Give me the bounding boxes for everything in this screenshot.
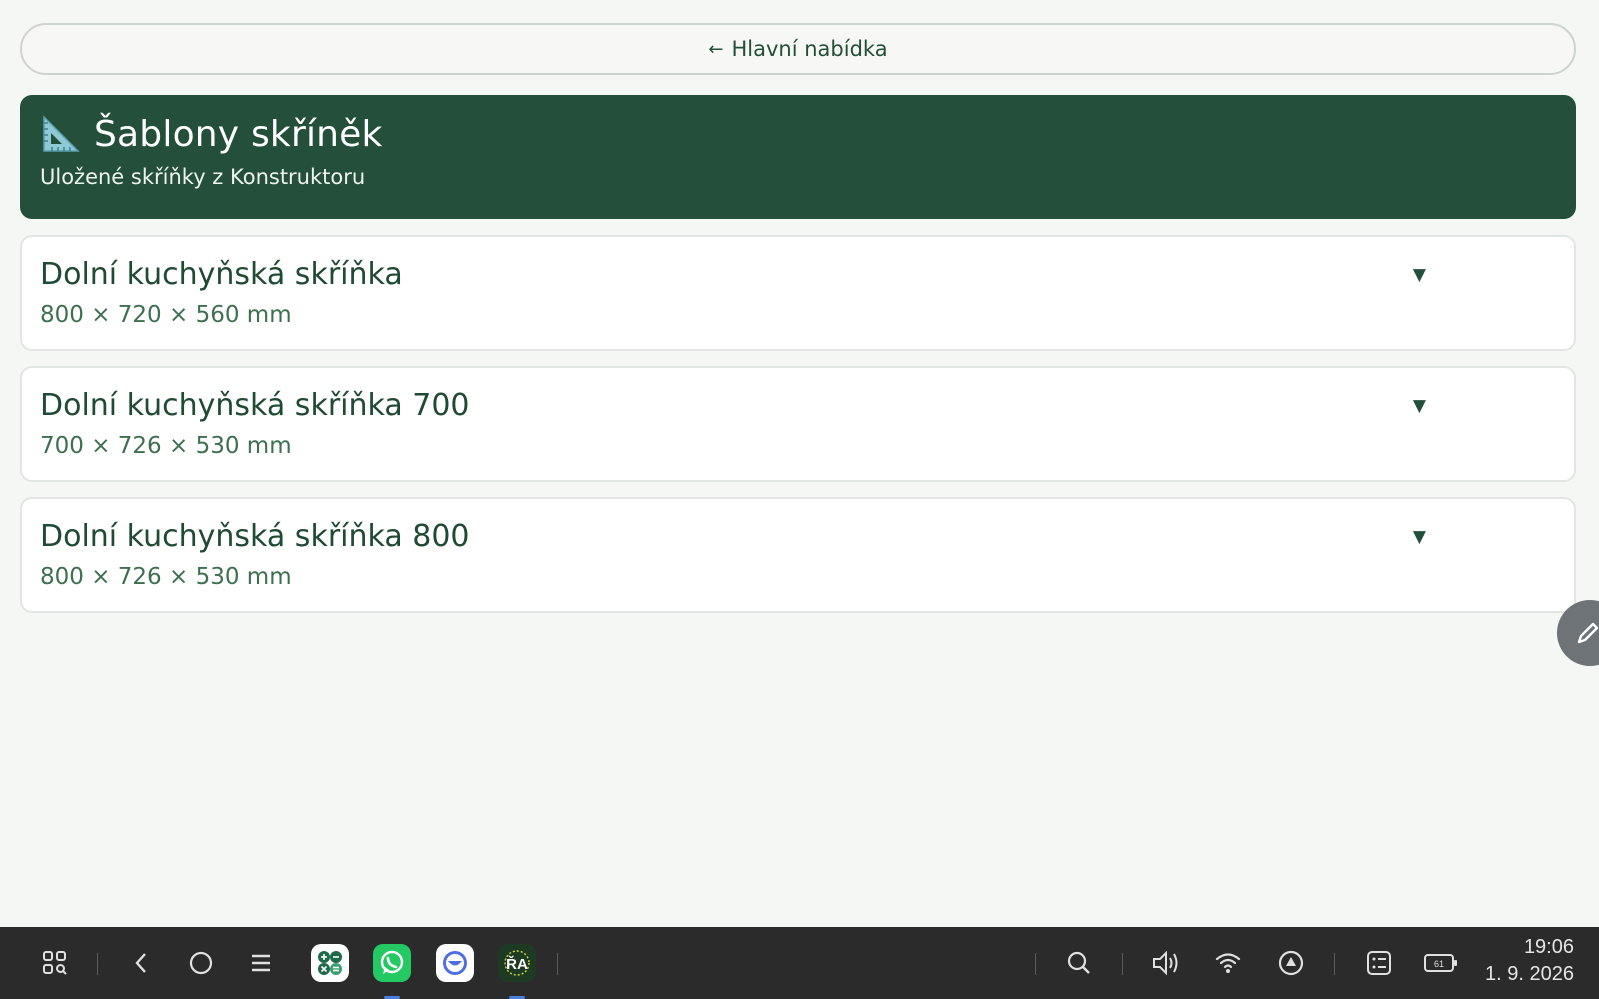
expand-caret-icon[interactable]: ▼ <box>1413 527 1426 547</box>
template-dimensions: 800 × 720 × 560 mm <box>40 302 292 328</box>
ra-app-icon[interactable]: ŘA <box>498 927 536 999</box>
back-icon[interactable] <box>128 927 154 999</box>
system-taskbar: ŘA 61 <box>0 927 1599 999</box>
svg-text:ŘA: ŘA <box>506 955 528 973</box>
template-name: Dolní kuchyňská skříňka 700 <box>40 388 470 423</box>
template-dimensions: 800 × 726 × 530 mm <box>40 564 292 590</box>
battery-level: 61 <box>1434 959 1444 969</box>
clock-date: 1. 9. 2026 <box>1485 963 1574 985</box>
template-card[interactable]: Dolní kuchyňská skříňka 700 700 × 726 × … <box>20 366 1576 482</box>
wifi-icon[interactable] <box>1212 927 1244 999</box>
notes-icon[interactable] <box>1363 927 1395 999</box>
navigation-icon[interactable] <box>1275 927 1307 999</box>
battery-icon: 61 <box>1423 927 1459 999</box>
back-arrow-icon: ← <box>708 38 724 60</box>
expand-caret-icon[interactable]: ▼ <box>1413 396 1426 416</box>
template-card[interactable]: Dolní kuchyňská skříňka 800 × 720 × 560 … <box>20 235 1576 351</box>
template-name: Dolní kuchyňská skříňka <box>40 257 403 292</box>
volume-icon[interactable] <box>1150 927 1182 999</box>
clock-app-icon[interactable] <box>436 927 474 999</box>
back-to-main-menu-button[interactable]: ← Hlavní nabídka <box>20 23 1576 75</box>
triangular-ruler-icon <box>43 115 80 152</box>
home-icon[interactable] <box>186 927 216 999</box>
app-grid-icon[interactable] <box>38 927 72 999</box>
pencil-icon <box>1577 622 1599 644</box>
page-header: Šablony skříněk Uložené skříňky z Konstr… <box>20 95 1576 219</box>
back-button-label: Hlavní nabídka <box>731 37 888 61</box>
whatsapp-app-icon[interactable] <box>373 927 411 999</box>
clock[interactable]: 19:06 1. 9. 2026 <box>1478 936 1574 986</box>
menu-icon[interactable] <box>246 927 276 999</box>
clock-time: 19:06 <box>1523 936 1574 958</box>
template-card[interactable]: Dolní kuchyňská skříňka 800 800 × 726 × … <box>20 497 1576 613</box>
template-dimensions: 700 × 726 × 530 mm <box>40 433 292 459</box>
page-title: Šablony skříněk <box>94 113 383 155</box>
page-subtitle: Uložené skříňky z Konstruktoru <box>40 165 366 189</box>
template-name: Dolní kuchyňská skříňka 800 <box>40 519 470 554</box>
search-icon[interactable] <box>1064 927 1094 999</box>
calculator-app-icon[interactable] <box>311 927 349 999</box>
expand-caret-icon[interactable]: ▼ <box>1413 265 1426 285</box>
